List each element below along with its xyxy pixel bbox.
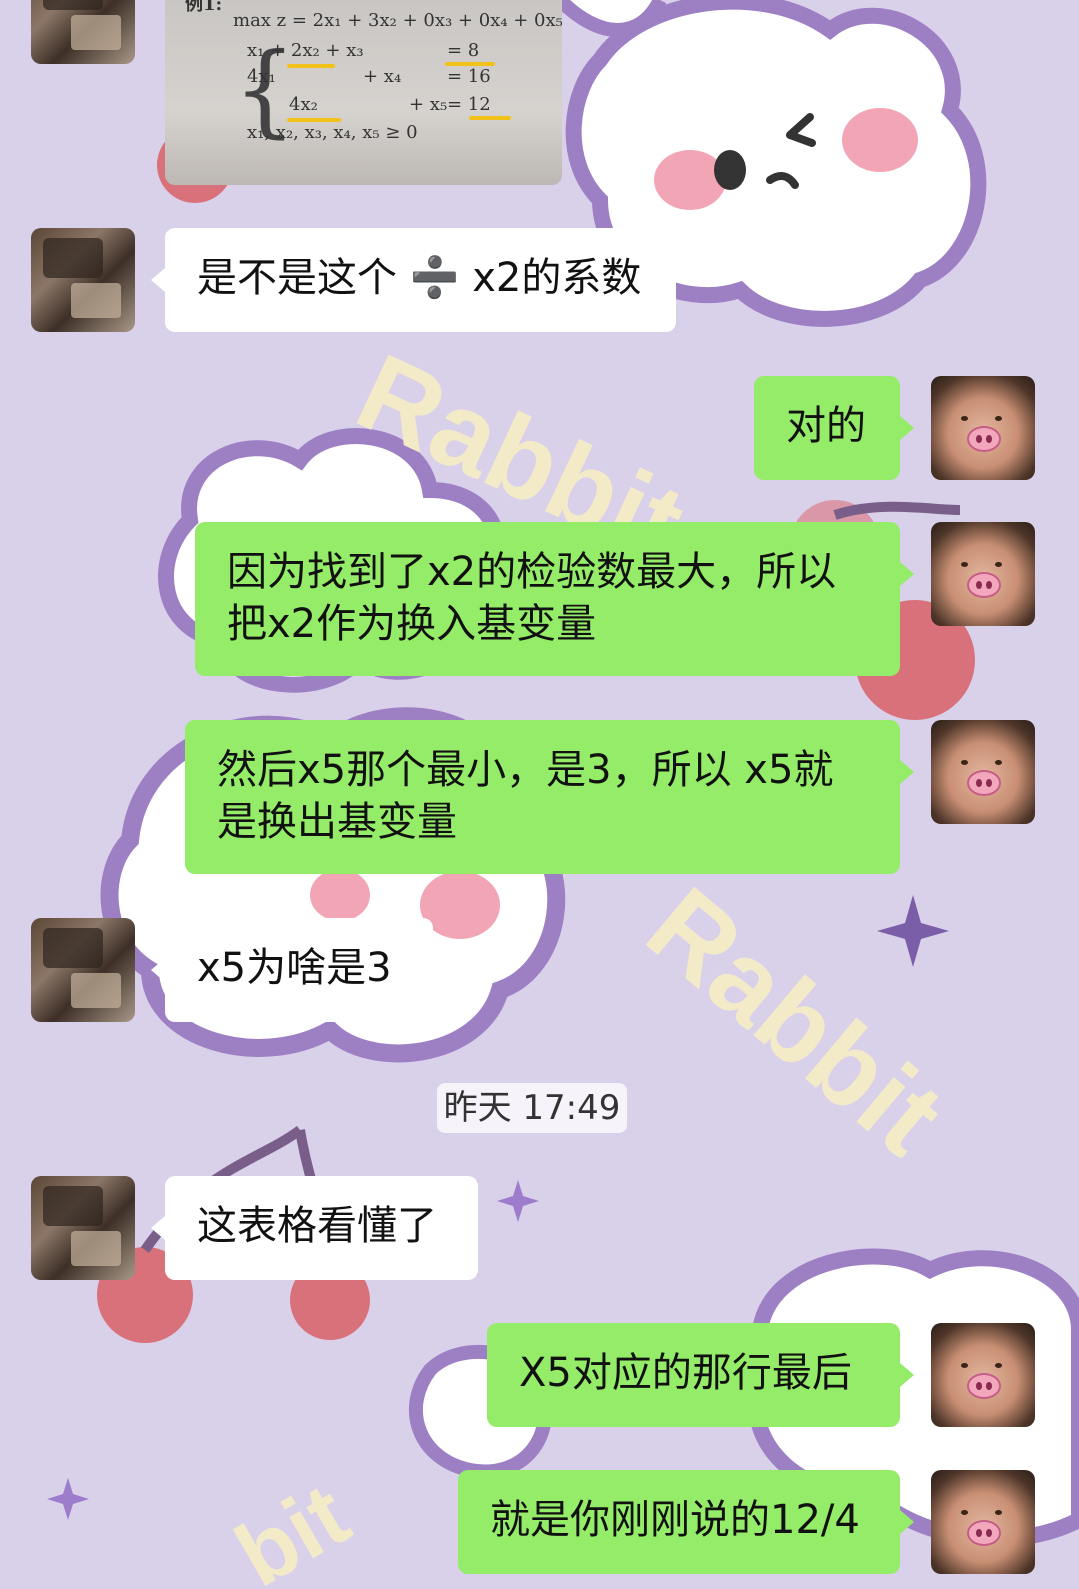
math-row2-rhs: = 16 <box>447 66 491 87</box>
math-row2-mid: + x₄ <box>363 66 402 87</box>
chat-timestamp: 昨天 17:49 <box>437 1083 627 1133</box>
math-heading: 例1: <box>185 0 223 15</box>
message-bubble-incoming[interactable]: x5为啥是3 <box>151 918 433 1022</box>
highlight-underline <box>287 118 341 122</box>
math-row3-lhs: 4x₂ <box>289 94 318 115</box>
message-bubble-outgoing[interactable]: 因为找到了x2的检验数最大，所以把x2作为换入基变量 <box>195 522 914 676</box>
message-bubble-outgoing[interactable]: 然后x5那个最小，是3，所以 x5就是换出基变量 <box>185 720 914 874</box>
math-row3-rhs: = 12 <box>447 94 491 115</box>
svg-text:bit: bit <box>220 1465 365 1589</box>
math-row3-mid: + x₅ <box>409 94 448 115</box>
message-bubble-incoming[interactable]: 这表格看懂了 <box>151 1176 478 1280</box>
contact-avatar[interactable] <box>31 1176 135 1280</box>
my-avatar[interactable] <box>931 522 1035 626</box>
math-row2-lhs: 4x₁ <box>247 66 276 87</box>
highlight-underline <box>287 64 335 68</box>
highlight-underline <box>469 116 511 120</box>
my-avatar[interactable] <box>931 720 1035 824</box>
math-row1-rhs: = 8 <box>447 40 480 61</box>
contact-avatar[interactable] <box>31 0 135 64</box>
math-objective: max z = 2x₁ + 3x₂ + 0x₃ + 0x₄ + 0x₅ <box>233 10 562 31</box>
message-bubble-incoming[interactable]: 是不是这个 ➗ x2的系数 <box>151 228 676 332</box>
message-bubble-outgoing[interactable]: 就是你刚刚说的12/4 <box>458 1470 914 1574</box>
math-row1-lhs: x₁ + 2x₂ + x₃ <box>247 40 364 61</box>
my-avatar[interactable] <box>931 1470 1035 1574</box>
my-avatar[interactable] <box>931 1323 1035 1427</box>
message-bubble-outgoing[interactable]: X5对应的那行最后 <box>487 1323 914 1427</box>
my-avatar[interactable] <box>931 376 1035 480</box>
contact-avatar[interactable] <box>31 228 135 332</box>
image-message-math-problem[interactable]: 例1: max z = 2x₁ + 3x₂ + 0x₃ + 0x₄ + 0x₅ … <box>165 0 562 185</box>
contact-avatar[interactable] <box>31 918 135 1022</box>
highlight-underline <box>445 62 495 66</box>
message-bubble-outgoing[interactable]: 对的 <box>754 376 914 480</box>
math-row4: x₁, x₂, x₃, x₄, x₅ ≥ 0 <box>247 122 418 143</box>
